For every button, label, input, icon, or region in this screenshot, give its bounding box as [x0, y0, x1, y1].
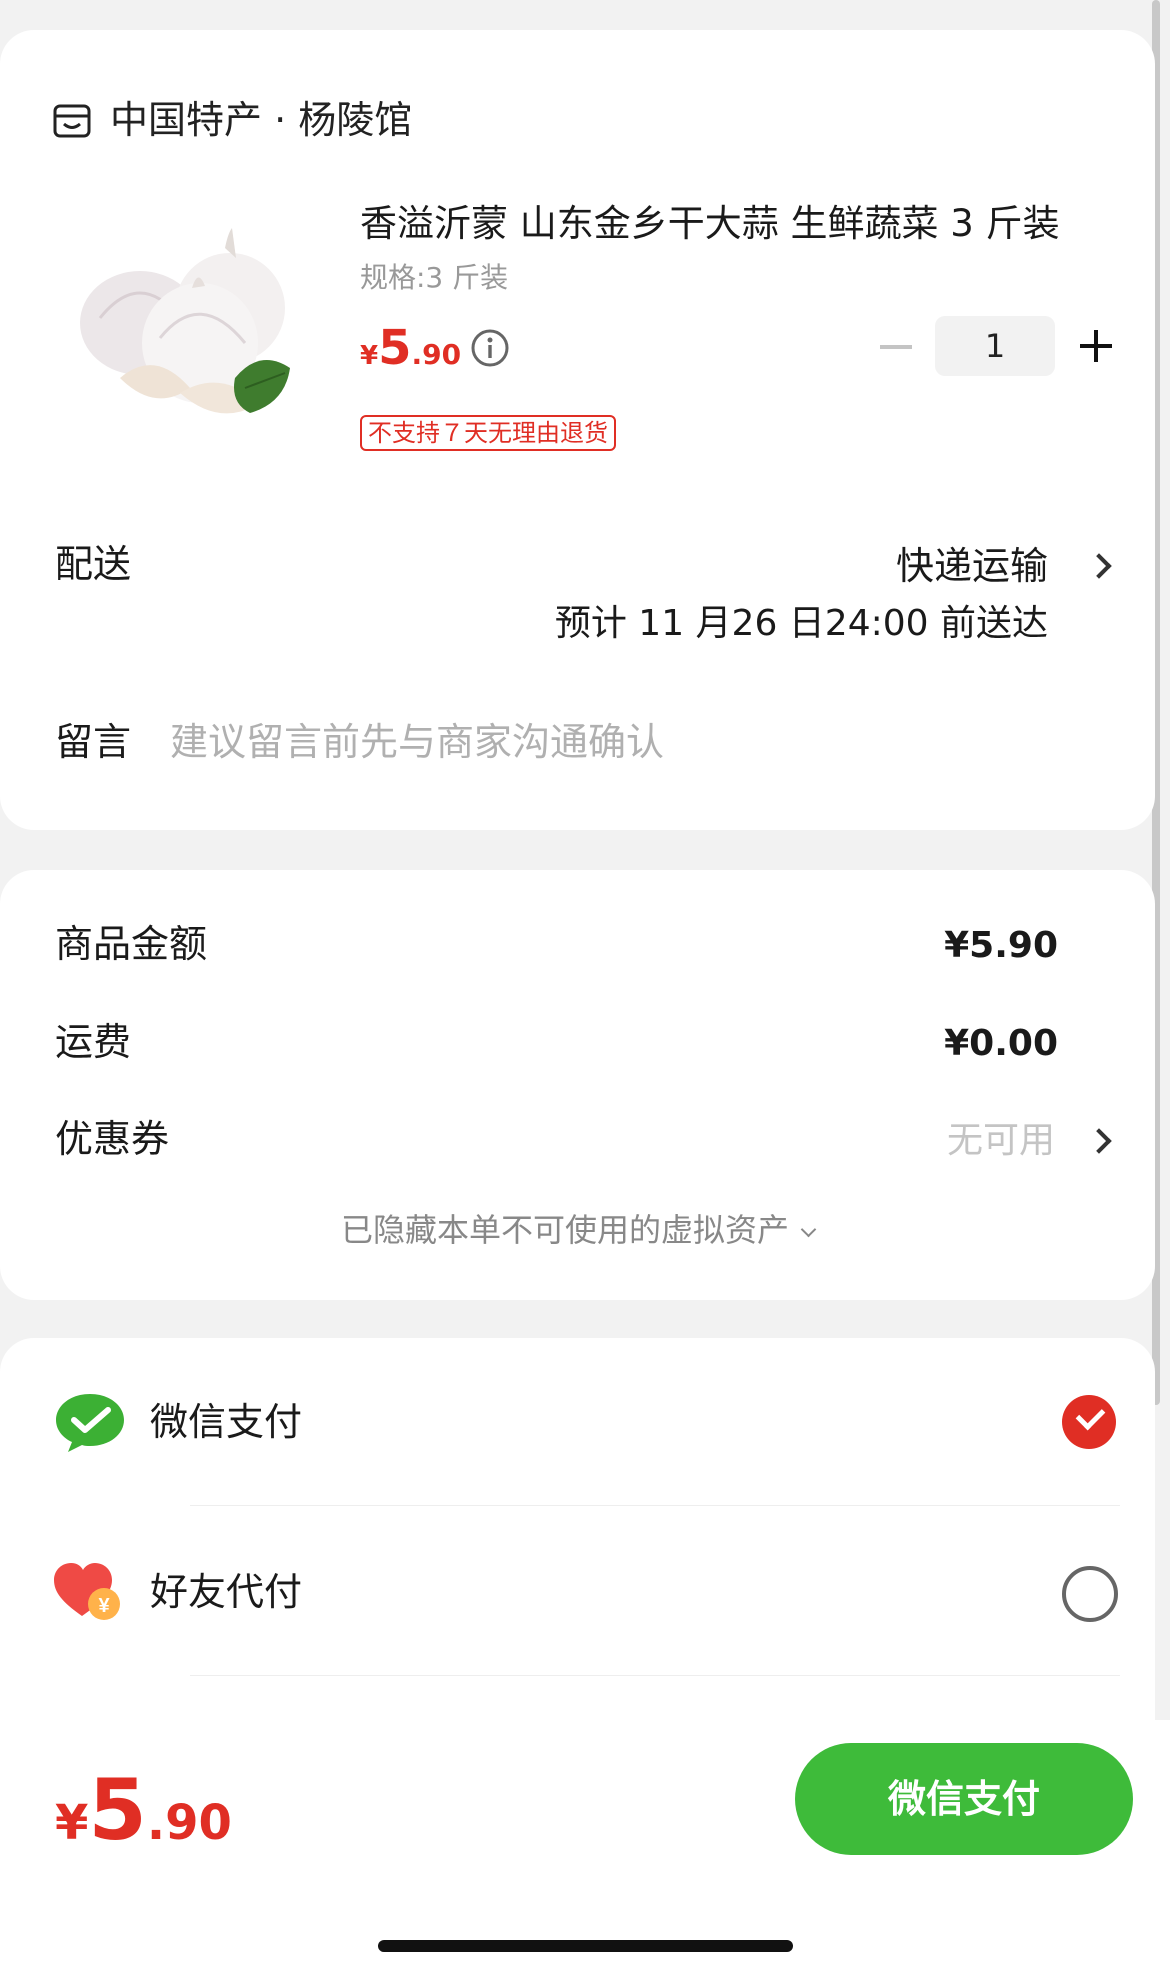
total-price: ¥5.90: [55, 1761, 232, 1859]
shipping-label: 运费: [55, 1020, 132, 1064]
product-price: ¥5.90: [360, 320, 462, 376]
hidden-assets-toggle[interactable]: 已隐藏本单不可使用的虚拟资产: [0, 1208, 1155, 1252]
product-title[interactable]: 香溢沂蒙 山东金乡干大蒜 生鲜蔬菜 3 斤装: [360, 200, 1060, 248]
note-label: 留言: [55, 720, 132, 764]
coupon-label[interactable]: 优惠券: [55, 1115, 169, 1163]
delivery-label: 配送: [55, 542, 132, 586]
storefront-icon: [53, 104, 91, 138]
shop-name[interactable]: 中国特产 · 杨陵馆: [110, 96, 412, 144]
delivery-eta: 预计 11 月26 日24:00 前送达: [554, 603, 1048, 644]
decrease-quantity-button[interactable]: [880, 345, 912, 349]
hidden-assets-text: 已隐藏本单不可使用的虚拟资产: [340, 1211, 789, 1249]
home-indicator[interactable]: [378, 1940, 793, 1952]
product-spec[interactable]: 规格:3 斤装: [360, 260, 508, 296]
chevron-down-icon: [800, 1221, 817, 1238]
divider: [190, 1505, 1120, 1506]
note-input[interactable]: [170, 716, 1070, 768]
coupon-value[interactable]: 无可用: [947, 1117, 1055, 1165]
return-policy-badge: 不支持７天无理由退货: [360, 415, 616, 451]
quantity-field[interactable]: 1: [935, 316, 1055, 376]
info-icon[interactable]: [470, 328, 510, 368]
subtotal-value: ¥5.90: [944, 925, 1058, 966]
friend-pay-radio[interactable]: [1062, 1566, 1118, 1622]
friend-pay-icon: ¥: [54, 1563, 120, 1620]
wechat-pay-icon: [56, 1394, 124, 1452]
pay-button[interactable]: 微信支付: [795, 1743, 1133, 1855]
shipping-value: ¥0.00: [944, 1023, 1058, 1064]
divider: [190, 1675, 1120, 1676]
payment-option-label[interactable]: 好友代付: [150, 1568, 302, 1616]
increase-quantity-button[interactable]: [1080, 330, 1112, 362]
svg-text:¥: ¥: [98, 1595, 110, 1617]
delivery-method[interactable]: 快递运输: [896, 542, 1048, 590]
product-image[interactable]: [60, 228, 310, 448]
wechat-pay-radio[interactable]: [1062, 1395, 1116, 1449]
payment-option-label[interactable]: 微信支付: [150, 1398, 302, 1446]
subtotal-label: 商品金额: [55, 922, 208, 966]
